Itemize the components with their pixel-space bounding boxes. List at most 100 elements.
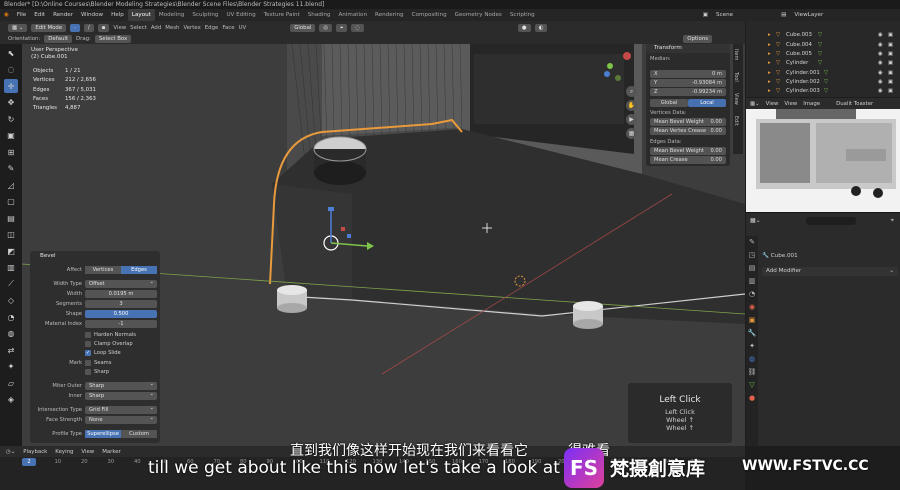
rip-tool-icon[interactable]: ◈ [4,393,18,407]
mean-bevel-weight-field[interactable]: Mean Bevel Weight 0.00 [650,118,726,126]
median-x-field[interactable]: X0 m [650,70,726,78]
width-type-select[interactable]: Offset [85,278,157,288]
particles-tab-icon[interactable]: ✦ [746,340,758,353]
visibility-eye-icon[interactable]: ◉ [878,41,883,50]
rotate-tool-icon[interactable]: ↻ [4,112,18,126]
properties-object-name[interactable]: Cube.001 [771,253,798,259]
render-camera-icon[interactable]: ▣ [888,41,893,50]
outliner-row[interactable]: ▸ ▽ Cube.005 ▽ ◉ ▣ [746,50,900,59]
move-tool-icon[interactable]: ✥ [4,96,18,110]
overlays-button[interactable]: ◐ [534,23,548,32]
shear-tool-icon[interactable]: ▱ [4,376,18,390]
menu-uv[interactable]: UV [239,25,247,31]
orientation-selector[interactable]: Default [44,34,72,43]
proportional-edit-button[interactable]: ◌ [351,23,364,32]
workspace-tab-animation[interactable]: Animation [334,9,371,21]
annotate-tool-icon[interactable]: ✎ [4,162,18,176]
workspace-tab-sculpting[interactable]: Sculpting [188,9,222,21]
pan-hand-icon[interactable]: ✋ [626,100,637,111]
segments-field[interactable]: 3 [85,300,157,308]
affect-edges-button[interactable]: Edges [121,266,157,274]
menu-select[interactable]: Select [130,25,147,31]
edge-mean-bevel-weight-field[interactable]: Mean Bevel Weight 0.00 [650,147,726,155]
output-tab-icon[interactable]: ▤ [746,262,758,275]
poly-build-tool-icon[interactable]: ◇ [4,294,18,308]
extrude-tool-icon[interactable]: ▤ [4,211,18,225]
mark-sharp-checkbox[interactable]: Sharp [85,368,109,376]
workspace-tab-scripting[interactable]: Scripting [506,9,539,21]
menu-file[interactable]: File [13,9,30,21]
profile-superellipse-button[interactable]: Superellipse [85,430,121,438]
mean-vertex-crease-field[interactable]: Mean Vertex Crease 0.00 [650,127,726,135]
timeline-menu-marker[interactable]: Marker [102,449,121,455]
miter-outer-select[interactable]: Sharp [85,380,157,390]
perspective-toggle-icon[interactable]: ▦ [626,128,637,139]
sidebar-tab-edit[interactable]: Edit [733,110,739,132]
sidebar-tab-view[interactable]: View [733,88,739,110]
loop-slide-checkbox[interactable]: ✓ Loop Slide [85,349,121,357]
face-select-mode-button[interactable]: ▪ [97,23,110,32]
mark-seams-checkbox[interactable]: Seams [85,359,111,367]
zoom-icon[interactable]: ⌕ [626,86,637,97]
expand-arrow-icon[interactable]: ▸ [768,69,771,78]
menu-add[interactable]: Add [151,25,161,31]
expand-arrow-icon[interactable]: ▸ [768,50,771,59]
menu-edge[interactable]: Edge [205,25,219,31]
mean-crease-field[interactable]: Mean Crease 0.00 [650,156,726,164]
select-circle-tool-icon[interactable]: ◌ [4,63,18,77]
transform-tool-icon[interactable]: ⊞ [4,145,18,159]
menu-help[interactable]: Help [107,9,128,21]
shrink-fatten-tool-icon[interactable]: ✦ [4,360,18,374]
scene-tab-icon[interactable]: ◔ [746,288,758,301]
visibility-eye-icon[interactable]: ◉ [878,31,883,40]
blender-logo-icon[interactable]: ◉ [0,9,13,21]
menu-mesh[interactable]: Mesh [165,25,179,31]
properties-editor-type-icon[interactable]: ▦⌄ [750,217,761,224]
snap-button[interactable]: ⌖ [336,23,348,32]
scene-selector[interactable]: Scene [712,9,737,21]
outliner-row[interactable]: ▸ ▽ Cylinder.002 ▽ ◉ ▣ [746,78,900,87]
pin-icon[interactable]: ⌖ [891,217,894,225]
workspace-tab-texture-paint[interactable]: Texture Paint [260,9,304,21]
menu-vertex[interactable]: Vertex [183,25,200,31]
constraints-tab-icon[interactable]: ⛓ [746,366,758,379]
transform-orientation-selector[interactable]: Global [290,23,316,32]
sidebar-tab-item[interactable]: Item [733,44,739,66]
workspace-tab-geometry-nodes[interactable]: Geometry Nodes [451,9,506,21]
render-camera-icon[interactable]: ▣ [888,87,893,96]
properties-search-input[interactable] [806,217,856,225]
render-camera-icon[interactable]: ▣ [888,59,893,68]
measure-tool-icon[interactable]: ◿ [4,178,18,192]
world-tab-icon[interactable]: ◉ [746,301,758,314]
expand-arrow-icon[interactable]: ▸ [768,87,771,96]
outliner-row[interactable]: ▸ ▽ Cylinder.001 ▽ ◉ ▣ [746,69,900,78]
workspace-tab-uv-editing[interactable]: UV Editing [222,9,259,21]
median-z-field[interactable]: Z -0.99234 m [650,88,726,96]
render-tab-icon[interactable]: ◳ [746,249,758,262]
timeline-menu-view[interactable]: View [81,449,94,455]
expand-arrow-icon[interactable]: ▸ [768,59,771,68]
local-toggle[interactable]: Local [688,99,726,107]
workspace-tab-compositing[interactable]: Compositing [408,9,451,21]
render-camera-icon[interactable]: ▣ [888,78,893,87]
visibility-eye-icon[interactable]: ◉ [878,78,883,87]
add-modifier-button[interactable]: Add Modifier ⌄ [762,267,898,276]
knife-tool-icon[interactable]: ⟋ [4,277,18,291]
scale-tool-icon[interactable]: ▣ [4,129,18,143]
viewport-shading-solid-button[interactable]: ● [517,23,531,32]
visibility-eye-icon[interactable]: ◉ [878,59,883,68]
miter-inner-select[interactable]: Sharp [85,390,157,400]
material-index-field[interactable]: -1 [85,320,157,328]
bevel-tool-icon[interactable]: ◩ [4,244,18,258]
render-camera-icon[interactable]: ▣ [888,31,893,40]
affect-vertices-button[interactable]: Vertices [85,266,121,274]
transform-panel-title[interactable]: Transform [646,44,730,53]
render-camera-icon[interactable]: ▣ [888,50,893,59]
edge-select-mode-button[interactable]: / [83,23,94,32]
bevel-panel-title[interactable]: Bevel [30,251,160,261]
timeline-type-icon[interactable]: ◷⌄ [6,449,15,455]
loop-cut-tool-icon[interactable]: ▥ [4,261,18,275]
editor-type-button[interactable]: ▦ ⌄ [8,23,28,32]
width-field[interactable]: 0.0195 m [85,290,157,298]
workspace-tab-modeling[interactable]: Modeling [155,9,188,21]
